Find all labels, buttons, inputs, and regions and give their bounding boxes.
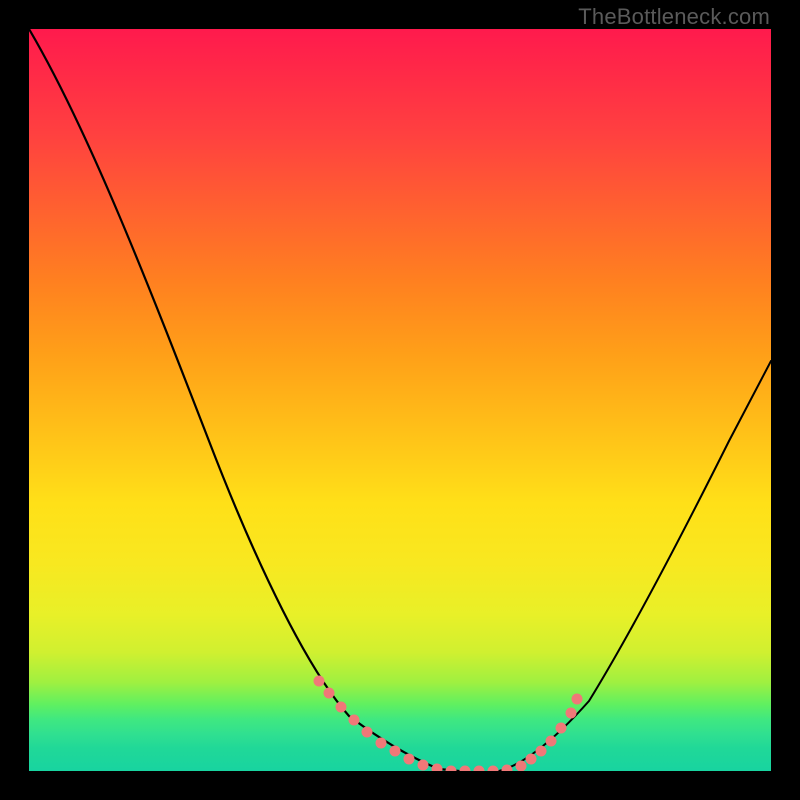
highlight-dots-right — [516, 694, 583, 772]
curve-right-arm — [499, 361, 771, 771]
chart-svg — [29, 29, 771, 771]
curve-left-arm — [29, 29, 459, 771]
chart-frame — [29, 29, 771, 771]
watermark-text: TheBottleneck.com — [578, 4, 770, 30]
highlight-dots-left — [314, 676, 513, 772]
